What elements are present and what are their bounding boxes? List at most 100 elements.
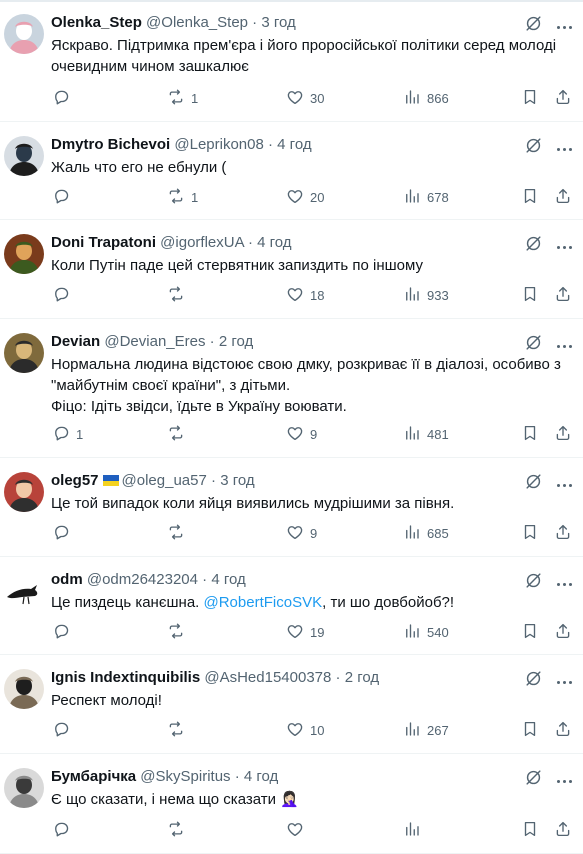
author-name[interactable]: Бумбарічка (51, 768, 136, 785)
avatar[interactable] (4, 14, 44, 54)
like-button[interactable]: 30 (286, 88, 324, 108)
author-handle[interactable]: @oleg_ua57 (122, 472, 207, 489)
repost-button[interactable] (167, 820, 191, 840)
author-handle[interactable]: @SkySpiritus (140, 768, 230, 785)
bookmark-button[interactable] (521, 88, 539, 108)
more-options-icon[interactable] (555, 138, 573, 154)
more-options-icon[interactable] (555, 236, 573, 252)
repost-button[interactable] (167, 523, 191, 543)
more-options-icon[interactable] (555, 671, 573, 687)
avatar[interactable] (4, 136, 44, 176)
timestamp[interactable]: 4 год (244, 768, 278, 785)
share-button[interactable] (554, 285, 572, 305)
grok-icon[interactable] (524, 333, 543, 352)
like-button[interactable]: 9 (286, 424, 317, 444)
timestamp[interactable]: 4 год (211, 571, 245, 588)
author-handle[interactable]: @AsHed15400378 (204, 669, 331, 686)
reply-item[interactable]: Бумбарічка @SkySpiritus · 4 год Є що сказ… (0, 754, 583, 854)
grok-icon[interactable] (524, 136, 543, 155)
more-options-icon[interactable] (555, 335, 573, 351)
grok-icon[interactable] (524, 571, 543, 590)
more-options-icon[interactable] (555, 16, 573, 32)
bookmark-button[interactable] (521, 820, 539, 840)
share-button[interactable] (554, 424, 572, 444)
mention-link[interactable]: @RobertFicoSVK (204, 594, 323, 611)
share-button[interactable] (554, 622, 572, 642)
views-button[interactable]: 933 (403, 285, 449, 305)
like-button[interactable]: 20 (286, 187, 324, 207)
like-button[interactable]: 19 (286, 622, 324, 642)
reply-item[interactable]: Doni Trapatoni @igorflexUA · 4 год Коли П… (0, 220, 583, 319)
views-button[interactable]: 685 (403, 523, 449, 543)
bookmark-button[interactable] (521, 523, 539, 543)
reply-item[interactable]: Dmytro Bichevoi @Leprikon08 · 4 год Жаль … (0, 122, 583, 220)
timestamp[interactable]: 4 год (277, 136, 311, 153)
grok-icon[interactable] (524, 14, 543, 33)
author-name[interactable]: Ignis Indextinquibilis (51, 669, 200, 686)
author-name[interactable]: Doni Trapatoni (51, 234, 156, 251)
views-button[interactable]: 481 (403, 424, 449, 444)
share-button[interactable] (554, 720, 572, 740)
timestamp[interactable]: 4 год (257, 234, 291, 251)
author-handle[interactable]: @Leprikon08 (174, 136, 263, 153)
timestamp[interactable]: 3 год (220, 472, 254, 489)
reply-button[interactable] (52, 523, 76, 543)
bookmark-button[interactable] (521, 187, 539, 207)
like-button[interactable]: 9 (286, 523, 317, 543)
timestamp[interactable]: 3 год (261, 14, 295, 31)
avatar[interactable] (4, 669, 44, 709)
repost-button[interactable] (167, 424, 191, 444)
author-name[interactable]: oleg57 (51, 472, 99, 489)
reply-item[interactable]: Devian @Devian_Eres · 2 год Нормальна люд… (0, 319, 583, 458)
bookmark-button[interactable] (521, 285, 539, 305)
author-handle[interactable]: @Devian_Eres (104, 333, 205, 350)
reply-button[interactable] (52, 720, 76, 740)
author-name[interactable]: Dmytro Bichevoi (51, 136, 170, 153)
views-button[interactable]: 678 (403, 187, 449, 207)
avatar[interactable] (4, 333, 44, 373)
bookmark-button[interactable] (521, 424, 539, 444)
avatar[interactable] (4, 768, 44, 808)
repost-button[interactable] (167, 720, 191, 740)
repost-button[interactable] (167, 622, 191, 642)
author-name[interactable]: odm (51, 571, 83, 588)
grok-icon[interactable] (524, 669, 543, 688)
reply-button[interactable] (52, 622, 76, 642)
avatar[interactable] (4, 234, 44, 274)
author-handle[interactable]: @odm26423204 (87, 571, 198, 588)
reply-item[interactable]: odm @odm26423204 · 4 год Це пиздець канєш… (0, 557, 583, 655)
views-button[interactable]: 267 (403, 720, 449, 740)
like-button[interactable]: 18 (286, 285, 324, 305)
repost-button[interactable] (167, 285, 191, 305)
share-button[interactable] (554, 187, 572, 207)
grok-icon[interactable] (524, 472, 543, 491)
more-options-icon[interactable] (555, 770, 573, 786)
views-button[interactable]: 866 (403, 88, 449, 108)
like-button[interactable] (286, 820, 310, 840)
grok-icon[interactable] (524, 234, 543, 253)
share-button[interactable] (554, 820, 572, 840)
reply-item[interactable]: Ignis Indextinquibilis @AsHed15400378 · … (0, 655, 583, 754)
like-button[interactable]: 10 (286, 720, 324, 740)
more-options-icon[interactable] (555, 573, 573, 589)
author-handle[interactable]: @Olenka_Step (146, 14, 248, 31)
bookmark-button[interactable] (521, 720, 539, 740)
reply-item[interactable]: Olenka_Step @Olenka_Step · 3 год Яскраво.… (0, 0, 583, 122)
bookmark-button[interactable] (521, 622, 539, 642)
repost-button[interactable]: 1 (167, 187, 198, 207)
reply-button[interactable]: 1 (52, 424, 83, 444)
author-handle[interactable]: @igorflexUA (160, 234, 244, 251)
share-button[interactable] (554, 523, 572, 543)
grok-icon[interactable] (524, 768, 543, 787)
avatar[interactable] (4, 571, 44, 611)
more-options-icon[interactable] (555, 474, 573, 490)
timestamp[interactable]: 2 год (345, 669, 379, 686)
repost-button[interactable]: 1 (167, 88, 198, 108)
views-button[interactable]: 540 (403, 622, 449, 642)
timestamp[interactable]: 2 год (219, 333, 253, 350)
reply-button[interactable] (52, 88, 76, 108)
reply-button[interactable] (52, 285, 76, 305)
avatar[interactable] (4, 472, 44, 512)
reply-item[interactable]: oleg57 @oleg_ua57 · 3 год Це той випадок к… (0, 458, 583, 557)
author-name[interactable]: Olenka_Step (51, 14, 142, 31)
